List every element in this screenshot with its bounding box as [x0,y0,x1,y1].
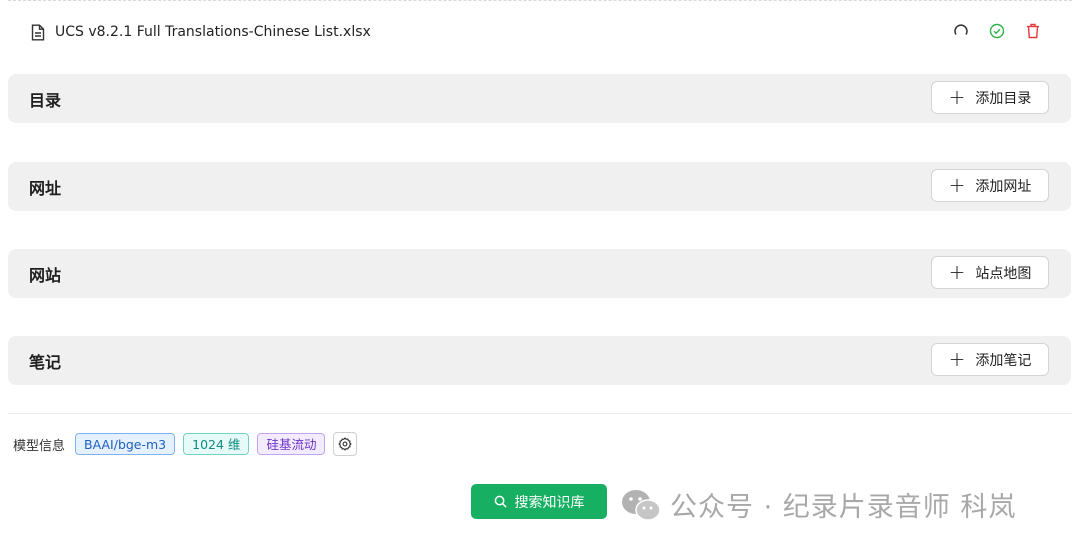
add-note-button[interactable]: + 添加笔记 [931,343,1049,376]
model-info-label: 模型信息 [13,438,66,454]
search-icon [494,495,507,508]
model-provider-tag: 硅基流动 [257,433,326,455]
plus-icon: + [948,346,966,371]
plus-icon: + [948,84,966,109]
section-notes: 笔记 + 添加笔记 [8,336,1071,385]
add-url-button[interactable]: + 添加网址 [931,169,1049,202]
section-website: 网站 + 站点地图 [8,249,1071,298]
divider [8,413,1072,414]
section-title: 网站 [29,265,62,285]
sitemap-button[interactable]: + 站点地图 [931,256,1049,289]
button-label: 添加笔记 [975,352,1032,369]
section-title: 笔记 [29,352,62,372]
add-directory-button[interactable]: + 添加目录 [931,81,1049,114]
watermark-text: 公众号 · 纪录片录音师 科岚 [670,492,1017,523]
button-label: 添加目录 [975,90,1032,107]
section-title: 目录 [29,90,62,110]
plus-icon: + [948,172,966,197]
plus-icon: + [948,259,966,284]
file-icon [29,23,47,41]
file-actions [952,22,1042,40]
trash-icon[interactable] [1024,22,1042,40]
model-info: 模型信息 BAAI/bge-m3 1024 维 硅基流动 [13,431,358,457]
model-dimension-tag: 1024 维 [183,433,250,455]
search-knowledge-base-button[interactable]: 搜索知识库 [471,484,607,519]
wechat-icon [622,489,661,521]
knowledge-base-page: UCS v8.2.1 Full Translations-Chinese Lis… [0,0,1080,547]
section-url: 网址 + 添加网址 [8,162,1071,211]
section-directory: 目录 + 添加目录 [8,74,1071,123]
dashed-divider [8,0,1072,1]
refresh-icon[interactable] [952,22,970,40]
section-title: 网址 [29,178,62,198]
button-label: 站点地图 [975,265,1032,282]
file-name: UCS v8.2.1 Full Translations-Chinese Lis… [55,24,371,40]
gear-icon[interactable] [333,432,358,456]
watermark: 公众号 · 纪录片录音师 科岚 [620,485,1016,524]
check-circle-icon[interactable] [988,22,1006,40]
button-label: 添加网址 [975,178,1032,195]
file-row: UCS v8.2.1 Full Translations-Chinese Lis… [8,14,1072,50]
model-name-tag: BAAI/bge-m3 [75,433,176,455]
search-label: 搜索知识库 [514,494,585,511]
